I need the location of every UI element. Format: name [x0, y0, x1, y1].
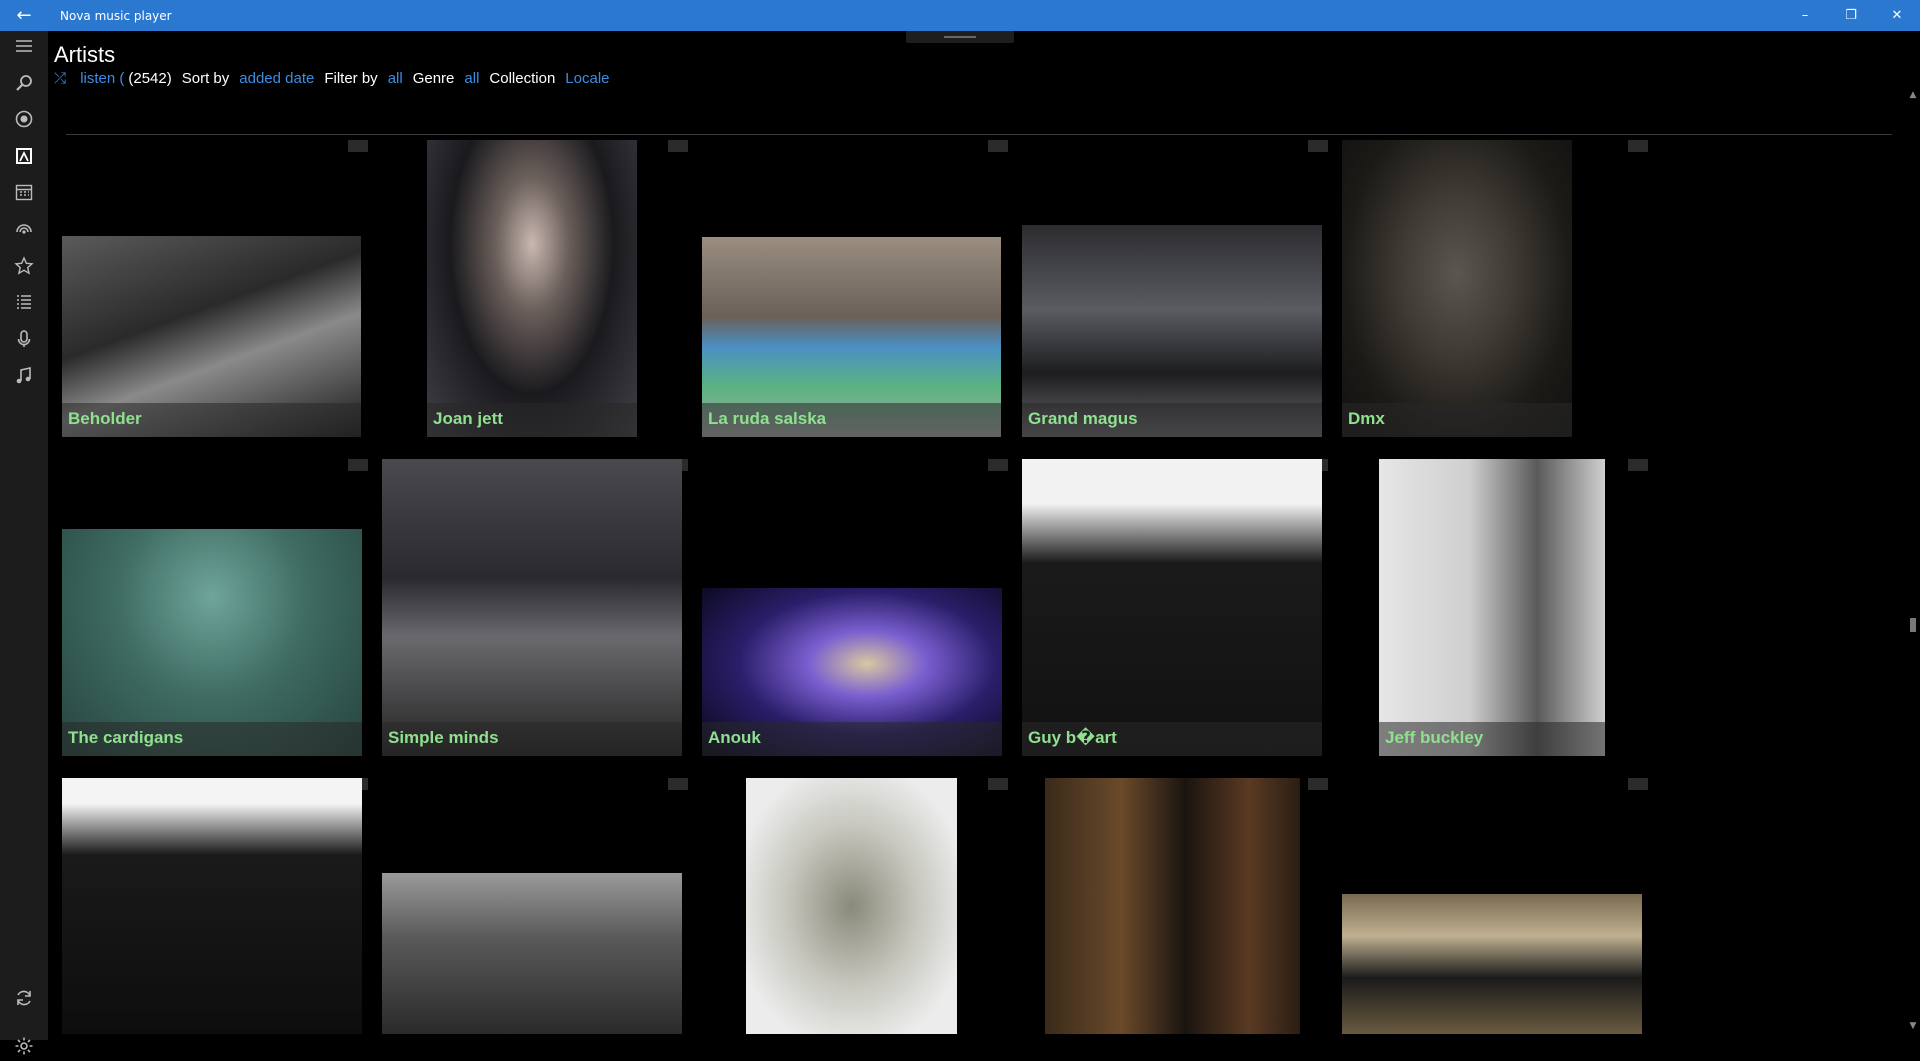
artist-name: Simple minds — [388, 728, 499, 747]
playlist-icon — [17, 295, 31, 309]
artist-name: Anouk — [708, 728, 761, 747]
search-icon — [16, 75, 32, 91]
select-checkbox[interactable] — [668, 140, 688, 152]
scroll-down-arrow-icon[interactable]: ▼ — [1906, 1019, 1920, 1033]
close-button[interactable]: ✕ — [1874, 0, 1920, 31]
drag-handle[interactable] — [906, 31, 1014, 43]
minimize-button[interactable]: – — [1782, 0, 1828, 31]
podcast-icon — [16, 224, 32, 234]
header-divider — [66, 134, 1892, 135]
sidebar-item-playlists[interactable] — [0, 287, 48, 317]
sync-button[interactable] — [0, 983, 48, 1013]
artist-tile[interactable] — [1045, 778, 1300, 1034]
artist-name: Joan jett — [433, 409, 503, 428]
artist-tile[interactable]: Jeff buckley — [1379, 459, 1605, 756]
microphone-icon — [17, 330, 31, 347]
now-playing-icon — [15, 110, 33, 128]
artist-name: Guy b�art — [1028, 728, 1117, 747]
close-icon: ✕ — [1891, 8, 1903, 23]
artist-count: (2542) — [128, 70, 172, 87]
artist-name: Dmx — [1348, 409, 1385, 428]
settings-icon — [15, 1037, 33, 1055]
sidebar-item-podcasts[interactable] — [0, 214, 48, 244]
genre-value-link[interactable]: all — [464, 70, 479, 87]
select-checkbox[interactable] — [1628, 459, 1648, 471]
artist-tile[interactable]: Simple minds — [382, 459, 682, 756]
select-checkbox[interactable] — [1628, 140, 1648, 152]
artist-tile[interactable]: Joan jett — [427, 140, 637, 437]
title-bar: ← Nova music player – ❐ ✕ — [0, 0, 1920, 31]
sidebar-item-now-playing[interactable] — [0, 104, 48, 134]
calendar-icon — [15, 184, 33, 201]
favorites-icon — [14, 256, 34, 275]
vertical-scrollbar[interactable]: ▲ ▼ — [1906, 88, 1920, 1033]
window-controls: – ❐ ✕ — [1782, 0, 1920, 31]
arrow-left-icon: ← — [16, 5, 32, 26]
artist-tile[interactable]: Dmx — [1342, 140, 1572, 437]
artist-tile[interactable]: Guy b�art — [1022, 459, 1322, 756]
select-checkbox[interactable] — [1308, 140, 1328, 152]
artists-icon — [16, 148, 32, 164]
sort-by-label: Sort by — [181, 70, 230, 87]
sidebar-item-favorites[interactable] — [0, 251, 48, 281]
filter-by-label: Filter by — [324, 70, 378, 87]
sidebar — [0, 31, 48, 1055]
filter-value-link[interactable]: all — [388, 70, 403, 87]
genre-label: Genre — [412, 70, 455, 87]
artist-name: Beholder — [68, 409, 142, 428]
artist-name: La ruda salska — [708, 409, 827, 428]
window-title: Nova music player — [60, 8, 172, 23]
select-checkbox[interactable] — [988, 778, 1008, 790]
select-checkbox[interactable] — [1628, 778, 1648, 790]
artist-name: The cardigans — [68, 728, 184, 747]
select-checkbox[interactable] — [988, 140, 1008, 152]
settings-button[interactable] — [0, 1031, 48, 1061]
restore-button[interactable]: ❐ — [1828, 0, 1874, 31]
artist-tile[interactable]: Grand magus — [1022, 225, 1322, 437]
menu-icon — [16, 40, 32, 52]
page-title: Artists — [54, 42, 116, 67]
select-checkbox[interactable] — [1308, 778, 1328, 790]
artist-tile[interactable] — [62, 778, 362, 1034]
sidebar-item-microphone[interactable] — [0, 324, 48, 354]
shuffle-icon: ⤮ — [54, 70, 67, 87]
back-button[interactable]: ← — [0, 0, 48, 31]
artist-tile[interactable]: La ruda salska — [702, 237, 1001, 437]
artists-toolbar: ⤮ listen ( (2542) Sort by added date Fil… — [54, 70, 620, 87]
sync-icon — [17, 990, 31, 1006]
sort-value-link[interactable]: added date — [239, 70, 314, 87]
collection-value-link[interactable]: Locale — [565, 70, 609, 87]
select-checkbox[interactable] — [988, 459, 1008, 471]
restore-icon: ❐ — [1845, 8, 1857, 23]
minimize-icon: – — [1801, 8, 1809, 23]
select-checkbox[interactable] — [348, 459, 368, 471]
select-checkbox[interactable] — [348, 140, 368, 152]
shuffle-listen-button[interactable]: ⤮ listen ( — [54, 70, 124, 87]
collection-label: Collection — [489, 70, 556, 87]
music-library-icon — [16, 367, 31, 384]
artist-tile[interactable] — [746, 778, 957, 1034]
select-checkbox[interactable] — [668, 778, 688, 790]
artist-name: Grand magus — [1028, 409, 1138, 428]
sidebar-item-calendar[interactable] — [0, 177, 48, 207]
artist-tile[interactable] — [382, 873, 682, 1034]
scroll-thumb[interactable] — [1910, 618, 1916, 632]
menu-button[interactable] — [0, 31, 48, 61]
sidebar-item-music-library[interactable] — [0, 361, 48, 391]
scroll-up-arrow-icon[interactable]: ▲ — [1906, 88, 1920, 102]
sidebar-item-artists[interactable] — [0, 141, 48, 171]
artist-tile[interactable]: Beholder — [62, 236, 361, 437]
artist-tile[interactable] — [1342, 894, 1642, 1034]
artist-tile[interactable]: Anouk — [702, 588, 1002, 756]
listen-label: listen ( — [80, 70, 125, 87]
artist-tile[interactable]: The cardigans — [62, 529, 362, 756]
artist-name: Jeff buckley — [1385, 728, 1484, 747]
sidebar-item-search[interactable] — [0, 68, 48, 98]
